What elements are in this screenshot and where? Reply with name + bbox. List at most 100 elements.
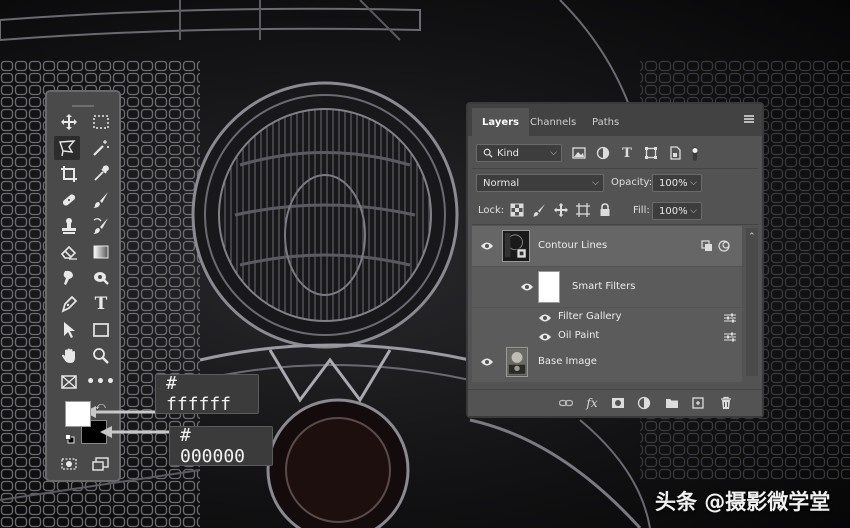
hand-icon (62, 348, 75, 363)
history-brush-tool[interactable] (88, 214, 114, 238)
visibility-eye-icon[interactable] (538, 313, 552, 323)
polygonal-lasso-tool[interactable] (54, 136, 80, 160)
opacity-input[interactable]: 100% ⌵ (652, 174, 702, 192)
new-group-button[interactable] (664, 395, 680, 411)
lock-transparent-button[interactable] (510, 203, 524, 217)
type-tool[interactable]: T (88, 292, 114, 316)
eraser-icon (60, 245, 77, 260)
screen-mode-button[interactable] (88, 452, 114, 476)
move-icon (61, 114, 77, 130)
dodge-tool[interactable] (88, 266, 114, 290)
visibility-eye-icon[interactable] (480, 241, 494, 251)
add-layer-style-button[interactable]: fx (584, 395, 600, 411)
magic-wand-tool[interactable] (88, 136, 114, 160)
crop-icon (61, 166, 77, 182)
smudge-icon (63, 270, 73, 285)
link-layers-button[interactable] (558, 395, 574, 411)
panel-menu-icon[interactable] (744, 115, 754, 123)
frame-icon (61, 375, 77, 389)
filter-options-icon[interactable] (724, 313, 736, 323)
layers-bottom-toolbar: fx (468, 389, 762, 416)
chevron-down-icon: ⌵ (690, 178, 697, 188)
quick-mask-button[interactable] (56, 452, 82, 476)
filter-type-icon[interactable]: T (620, 146, 634, 161)
chevron-up-icon[interactable]: ⌃ (748, 232, 756, 242)
crop-tool[interactable] (56, 162, 82, 186)
lock-all-button[interactable] (598, 203, 612, 217)
filter-row-filter-gallery[interactable]: Filter Gallery (472, 308, 742, 327)
hand-tool[interactable] (56, 344, 82, 368)
visibility-eye-icon[interactable] (520, 282, 534, 292)
blend-mode-select[interactable]: Normal ⌵ (476, 174, 604, 192)
fx-icon: fx (586, 396, 598, 410)
folder-icon (666, 399, 678, 408)
divider (472, 224, 758, 225)
default-colors-icon[interactable] (65, 434, 75, 444)
tab-paths[interactable]: Paths (582, 108, 629, 136)
layer-thumbnail (506, 347, 528, 377)
clone-stamp-tool[interactable] (56, 214, 82, 238)
dodge-icon (94, 272, 109, 285)
frame-tool[interactable] (56, 370, 82, 394)
layer-thumbnail (502, 230, 530, 262)
chevron-down-icon: ⌵ (690, 206, 697, 216)
more-tools[interactable]: ••• (86, 370, 115, 394)
swap-colors-icon[interactable]: ⤺ (95, 401, 106, 412)
magic-wand-icon (93, 140, 109, 156)
healing-brush-tool[interactable] (56, 188, 82, 212)
lock-label: Lock: (478, 205, 505, 216)
visibility-eye-icon[interactable] (480, 357, 494, 367)
brush-icon (533, 204, 545, 217)
thumbnail-image (507, 348, 527, 376)
delete-layer-button[interactable] (718, 395, 734, 411)
eraser-tool[interactable] (56, 240, 82, 264)
zoom-tool[interactable] (88, 344, 114, 368)
pen-tool[interactable] (56, 292, 82, 316)
filter-kind-select[interactable]: Kind ⌵ (476, 144, 562, 162)
gradient-tool[interactable] (88, 240, 114, 264)
layer-name: Contour Lines (538, 240, 608, 251)
filter-options-icon[interactable] (724, 332, 736, 342)
filter-mask-thumbnail[interactable] (538, 271, 560, 303)
divider (472, 168, 758, 169)
layer-row-smart-filters[interactable]: Smart Filters (472, 267, 742, 307)
fill-input[interactable]: 100% ⌵ (652, 202, 702, 220)
toolbox-grip[interactable] (47, 92, 119, 107)
add-mask-button[interactable] (610, 395, 626, 411)
lock-position-button[interactable] (554, 203, 568, 217)
lock-pixels-button[interactable] (532, 203, 546, 217)
gradient-icon (93, 245, 109, 259)
marquee-tool[interactable] (88, 110, 114, 134)
smudge-tool[interactable] (56, 266, 82, 290)
new-layer-button[interactable] (690, 395, 706, 411)
brush-tool[interactable] (88, 188, 114, 212)
filter-toggle[interactable] (690, 144, 700, 164)
visibility-eye-icon[interactable] (538, 332, 552, 342)
layer-row-contour-lines[interactable]: Contour Lines (472, 226, 742, 266)
fill-label: Fill: (633, 205, 650, 216)
tab-channels[interactable]: Channels (520, 108, 586, 136)
path-selection-tool[interactable] (56, 318, 82, 342)
new-adjustment-layer-button[interactable] (636, 395, 652, 411)
chevron-down-icon: ⌵ (550, 148, 557, 158)
new-layer-icon (692, 397, 704, 409)
filter-pixel-icon[interactable] (572, 146, 586, 160)
move-tool[interactable] (56, 110, 82, 134)
layers-scrollbar[interactable]: ⌃ (746, 228, 758, 376)
layer-row-base-image[interactable]: Base Image (472, 342, 742, 382)
chevron-down-icon: ⌵ (592, 178, 599, 188)
adjustment-icon (637, 396, 651, 410)
image-icon (572, 147, 586, 159)
eyedropper-tool[interactable] (88, 162, 114, 186)
smart-filters-label: Smart Filters (572, 281, 636, 292)
filter-smart-object-icon[interactable] (668, 146, 682, 160)
trash-icon (721, 396, 731, 409)
foreground-color-swatch[interactable] (65, 401, 91, 427)
filter-adjustment-icon[interactable] (596, 146, 610, 160)
artboard-icon (576, 203, 590, 217)
lock-artboard-button[interactable] (576, 203, 590, 217)
background-color-callout: # 000000 (169, 425, 273, 467)
filter-shape-icon[interactable] (644, 146, 658, 160)
lock-icon (600, 203, 610, 216)
rectangle-tool[interactable] (88, 318, 114, 342)
